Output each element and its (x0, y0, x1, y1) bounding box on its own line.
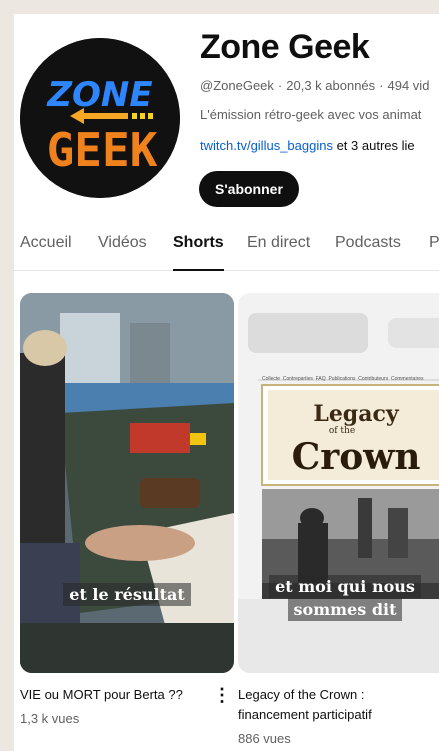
short-1-title[interactable]: VIE ou MORT pour Berta ?? (20, 685, 183, 705)
subscribe-button[interactable]: S'abonner (199, 171, 299, 207)
channel-meta: @ZoneGeek · 20,3 k abonnés · 494 vid (200, 78, 430, 93)
zone-geek-logo: ZONE GEEK (20, 38, 180, 198)
channel-page: ZONE GEEK Zone Geek @ZoneGeek · 20,3 k abo… (14, 14, 439, 751)
short-2-title[interactable]: Legacy of the Crown : financement partici… (238, 685, 372, 725)
poster-title-of: of the (329, 426, 355, 436)
channel-name: Zone Geek (200, 28, 370, 66)
channel-avatar[interactable]: ZONE GEEK (20, 38, 180, 198)
tab-videos[interactable]: Vidéos (98, 234, 147, 269)
video-count: 494 vid (387, 78, 430, 93)
tab-shorts[interactable]: Shorts (173, 234, 224, 271)
poster-title-crown: Crown (292, 436, 421, 478)
channel-description[interactable]: L'émission rétro-geek avec vos animat (200, 107, 421, 122)
channel-links: twitch.tv/gillus_baggins et 3 autres lie (200, 138, 415, 153)
short-thumbnail-1[interactable]: et le résultat (20, 293, 234, 673)
tab-podcasts[interactable]: Podcasts (335, 234, 401, 269)
poster-menu: Collecte Contreparties FAQ Publications … (262, 376, 424, 382)
channel-link[interactable]: twitch.tv/gillus_baggins (200, 138, 333, 153)
tab-home[interactable]: Accueil (20, 234, 72, 269)
subscriber-count: 20,3 k abonnés (286, 78, 376, 93)
channel-handle: @ZoneGeek (200, 78, 274, 93)
short-1-more-icon[interactable]: ⋮ (213, 686, 231, 704)
logo-text-bottom: GEEK (47, 123, 158, 177)
short-2-overlay-text: et moi qui nous sommes dit (238, 575, 439, 621)
short-2-views: 886 vues (238, 731, 291, 746)
short-2-more-icon[interactable]: ⋮ (434, 686, 439, 704)
short-thumbnail-2[interactable]: Legacy of the Crown Collecte Contreparti… (238, 293, 439, 673)
channel-tabs: Accueil Vidéos Shorts En direct Podcasts… (14, 224, 439, 271)
logo-text-top: ZONE (46, 75, 152, 115)
short-1-overlay-text: et le résultat (20, 583, 234, 606)
tab-playlists[interactable]: P (429, 234, 439, 269)
more-links[interactable]: et 3 autres lie (333, 138, 415, 153)
short-1-views: 1,3 k vues (20, 711, 80, 726)
tab-live[interactable]: En direct (247, 234, 310, 269)
short-1-image (20, 293, 234, 673)
poster-title-legacy: Legacy (313, 401, 399, 427)
